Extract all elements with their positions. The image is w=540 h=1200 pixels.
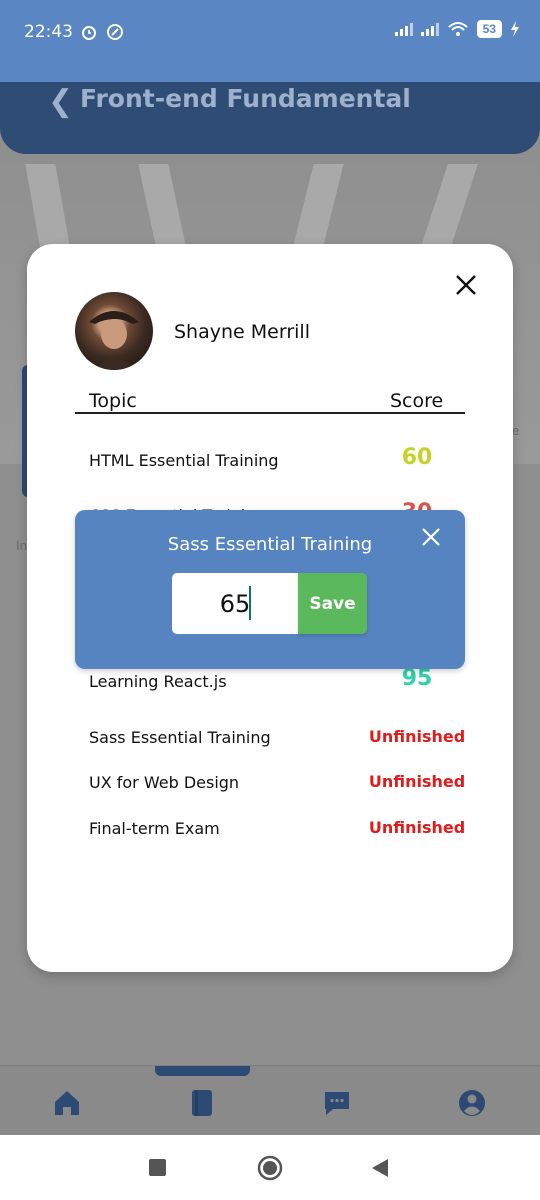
active-tab-indicator bbox=[155, 1066, 250, 1076]
wifi-icon bbox=[447, 22, 468, 36]
student-name: Shayne Merrill bbox=[174, 321, 310, 343]
home-icon[interactable] bbox=[52, 1088, 82, 1118]
bottom-nav bbox=[0, 1065, 540, 1135]
status-bar: 22:43 53 bbox=[0, 0, 540, 82]
chat-icon[interactable] bbox=[322, 1088, 352, 1118]
score-value: Unfinished bbox=[368, 818, 466, 837]
header-divider bbox=[75, 412, 465, 414]
score-value: 95 bbox=[401, 666, 433, 691]
save-button[interactable]: Save bbox=[298, 573, 367, 634]
signal-icon bbox=[420, 22, 439, 36]
signal-icon bbox=[394, 22, 413, 36]
alarm-icon bbox=[82, 26, 96, 40]
close-icon[interactable] bbox=[420, 526, 442, 548]
topic-label: Learning React.js bbox=[89, 672, 227, 691]
account-icon[interactable] bbox=[457, 1088, 487, 1118]
score-row[interactable]: UX for Web Design Unfinished bbox=[27, 765, 513, 805]
recents-icon[interactable] bbox=[149, 1159, 166, 1176]
topic-label: HTML Essential Training bbox=[89, 451, 279, 470]
status-time: 22:43 bbox=[24, 22, 73, 42]
home-button-icon[interactable] bbox=[257, 1155, 283, 1181]
score-row[interactable]: Learning React.js 95 bbox=[27, 664, 513, 704]
score-row[interactable]: HTML Essential Training 60 bbox=[27, 443, 513, 483]
book-icon[interactable] bbox=[187, 1088, 217, 1118]
score-row[interactable]: Sass Essential Training Unfinished bbox=[27, 720, 513, 760]
topic-label: UX for Web Design bbox=[89, 773, 240, 792]
topic-label: Final-term Exam bbox=[89, 819, 220, 838]
score-value: Unfinished bbox=[368, 727, 466, 746]
topic-column-header: Topic bbox=[89, 390, 137, 412]
system-nav-bar bbox=[0, 1135, 540, 1200]
back-icon[interactable]: ❮ bbox=[48, 84, 73, 119]
score-column-header: Score bbox=[390, 390, 444, 412]
background-text: In bbox=[16, 538, 27, 553]
charging-icon bbox=[511, 21, 519, 37]
text-cursor bbox=[249, 586, 251, 620]
vpn-icon bbox=[107, 24, 123, 40]
popup-title: Sass Essential Training bbox=[167, 534, 373, 555]
battery-icon: 53 bbox=[476, 20, 502, 38]
score-row[interactable]: Final-term Exam Unfinished bbox=[27, 811, 513, 851]
edit-score-popup: Sass Essential Training Save bbox=[75, 510, 465, 669]
page-title: Front-end Fundamental bbox=[80, 84, 411, 113]
background-text: e bbox=[512, 423, 520, 438]
score-input[interactable] bbox=[172, 573, 298, 634]
close-icon[interactable] bbox=[453, 272, 479, 298]
avatar bbox=[75, 292, 153, 370]
topic-label: Sass Essential Training bbox=[89, 728, 271, 747]
score-value: 60 bbox=[401, 445, 433, 470]
app-header: ❮ Front-end Fundamental bbox=[0, 82, 540, 154]
back-nav-icon[interactable] bbox=[371, 1158, 389, 1178]
score-value: Unfinished bbox=[368, 772, 466, 791]
status-right: 53 bbox=[394, 20, 520, 38]
